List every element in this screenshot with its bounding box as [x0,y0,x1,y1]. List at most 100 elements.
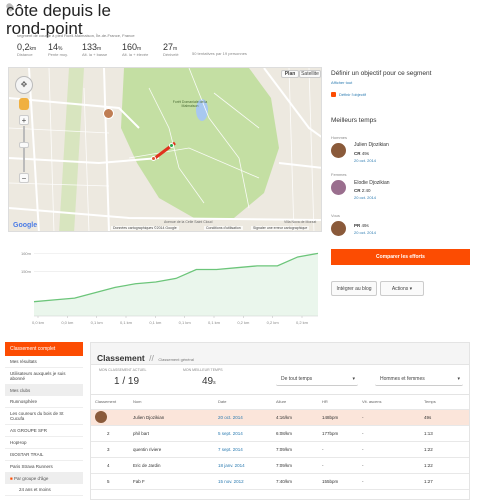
col-vam[interactable]: Vit. ascens [358,395,420,410]
map-terms-link[interactable]: Conditions d'utilisation [204,226,243,230]
zoom-in-button[interactable]: + [19,115,29,125]
forest-label: Forêt Domaniale de la Malmaison [172,100,208,108]
stat-climb: 27m Dénivelé [163,42,179,57]
nav-club-item[interactable]: HopHop [5,437,83,449]
row-pace: 7:09/km [272,441,318,458]
map-tab-plan[interactable]: Plan [281,70,299,78]
row-name[interactable]: quentin riviere [129,441,214,458]
row-name[interactable]: Eric de Jardin [129,457,214,474]
col-pace[interactable]: Allure [272,395,318,410]
col-name[interactable]: Nom [129,395,214,410]
y-tick-label: 160m [21,251,32,256]
route-start-marker [169,143,174,148]
nav-my-results[interactable]: Mes résultats [5,356,83,368]
best-time-label: MON MEILLEUR TEMPS [183,368,223,372]
row-name[interactable]: phil bart [129,425,214,442]
zoom-slider-handle[interactable] [19,142,29,148]
x-tick-label: 0,1 km [149,320,162,325]
current-rank-value: 1 / 19 [114,376,140,387]
row-hr: 177bpm [318,425,358,442]
best-women-date[interactable]: 20 oct. 2014 [354,195,376,200]
avatar[interactable] [331,180,346,195]
x-tick-label: 0,0 km [61,320,74,325]
map-pan-control[interactable]: ✥ [15,76,33,94]
best-you-date[interactable]: 20 oct. 2014 [354,230,376,235]
route-end-marker [151,156,156,161]
row-name[interactable]: Fab F [129,473,214,490]
table-row[interactable]: Julien Djozikian 20 oct. 2014 4:16/km 14… [91,409,469,426]
map-user-avatar-marker[interactable] [103,108,114,119]
elevation-area [34,253,318,316]
compare-efforts-button[interactable]: Comparer les efforts [331,249,470,265]
avatar[interactable] [331,221,346,236]
row-name[interactable]: Julien Djozikian [129,409,214,426]
row-date[interactable]: 5 sept. 2014 [214,425,272,442]
leaderboard-nav: Classement complet Mes résultats Utilisa… [5,342,83,496]
row-rank: 2 [91,425,129,442]
embed-blog-button[interactable]: Intégrer au blog [331,281,377,296]
avatar[interactable] [95,411,107,423]
row-pace: 7:40/km [272,473,318,490]
row-date[interactable]: 15 nov. 2012 [214,473,272,490]
actions-dropdown[interactable]: Actions ▾ [380,281,424,296]
nav-club-item[interactable]: Paris Strava Runners [5,461,83,473]
avatar[interactable] [331,143,346,158]
chevron-down-icon: ▾ [409,286,413,292]
elevation-chart-svg: 160m 150m 0,0 km 0,0 km 0,1 km 0,1 km 0,1 km 0,… [21,251,319,325]
table-row[interactable]: 5 Fab F 15 nov. 2012 7:40/km 155bpm - 1:… [91,473,469,490]
x-tick-label: 0,1 km [91,320,104,325]
best-women-time: CR 2:40 [354,188,371,193]
row-pace: 4:16/km [272,409,318,426]
col-time[interactable]: Temps [420,395,469,410]
col-rank[interactable]: Classement [91,395,129,410]
nav-club-item[interactable]: ISOSTAR TRAIL [5,449,83,461]
row-vam: - [358,441,420,458]
show-all-link[interactable]: Afficher tout [331,80,352,85]
nav-club-item[interactable]: Runnosphère [5,396,83,408]
nav-clubs-heading: Mes clubs [5,385,83,396]
row-date[interactable]: 7 sept. 2014 [214,441,272,458]
nav-following[interactable]: Utilisateurs auxquels je suis abonné [5,368,83,385]
zoom-out-button[interactable]: − [19,173,29,183]
row-pace: 7:09/km [272,457,318,474]
row-vam: - [358,409,420,426]
x-tick-label: 0,1 km [179,320,192,325]
pegman-icon[interactable] [19,98,29,110]
leaderboard-panel: Classement // Classement général MON CLA… [90,342,470,500]
best-time-value: 49s [202,376,216,387]
row-hr: - [318,457,358,474]
time-filter-select[interactable]: De tout temps ▾ [276,373,358,386]
row-date[interactable]: 18 janv. 2014 [214,457,272,474]
zoom-slider-track[interactable] [23,126,25,172]
table-row[interactable]: 3 quentin riviere 7 sept. 2014 7:09/km -… [91,441,469,458]
segment-location: segment de course à pied Rueil-Malmaison… [17,33,135,38]
best-women-name[interactable]: Elodie Djozikian [354,180,390,186]
table-row[interactable]: 2 phil bart 5 sept. 2014 6:08/km 177bpm … [91,425,469,442]
map-tab-satellite[interactable]: Satellite [299,70,321,78]
col-date[interactable]: Date [214,395,272,410]
villa-label: Villa Nova de Morzat [284,220,317,224]
goal-shield-icon [331,92,336,97]
nav-full-leaderboard[interactable]: Classement complet [5,342,83,356]
row-time: 1:22 [420,441,469,458]
table-row[interactable]: 4 Eric de Jardin 18 janv. 2014 7:09/km -… [91,457,469,474]
best-men-category: Hommes [331,135,348,140]
nav-club-item[interactable]: Les coureurs du bois de St Cucufa [5,408,83,425]
best-men-date[interactable]: 20 oct. 2014 [354,158,376,163]
map-report-link[interactable]: Signaler une erreur cartographique [251,226,310,230]
row-vam: - [358,425,420,442]
col-hr[interactable]: HR [318,395,358,410]
x-tick-label: 0,1 km [208,320,221,325]
map-attribution: Données cartographiques ©2014 Google [111,226,179,230]
gender-filter-select[interactable]: Hommes et femmes ▾ [375,373,463,386]
best-men-name[interactable]: Julien Djozikian [354,142,389,148]
row-date[interactable]: 20 oct. 2014 [214,409,272,426]
segment-map[interactable]: Forêt Domaniale de la Malmaison Avenue d… [8,67,322,232]
nav-club-item[interactable]: AS GROUPE SFR [5,425,83,437]
road-label: Avenue de la Celle Saint Cloud [164,220,213,224]
x-tick-label: 0,1 km [120,320,133,325]
nav-age-item[interactable]: 24 ans et moins [5,484,83,496]
define-goal-link[interactable]: Définir l'objectif [339,92,366,97]
row-rank-avatar [91,409,129,426]
nav-age-heading[interactable]: ■ Par groupe d'âge [5,473,83,484]
